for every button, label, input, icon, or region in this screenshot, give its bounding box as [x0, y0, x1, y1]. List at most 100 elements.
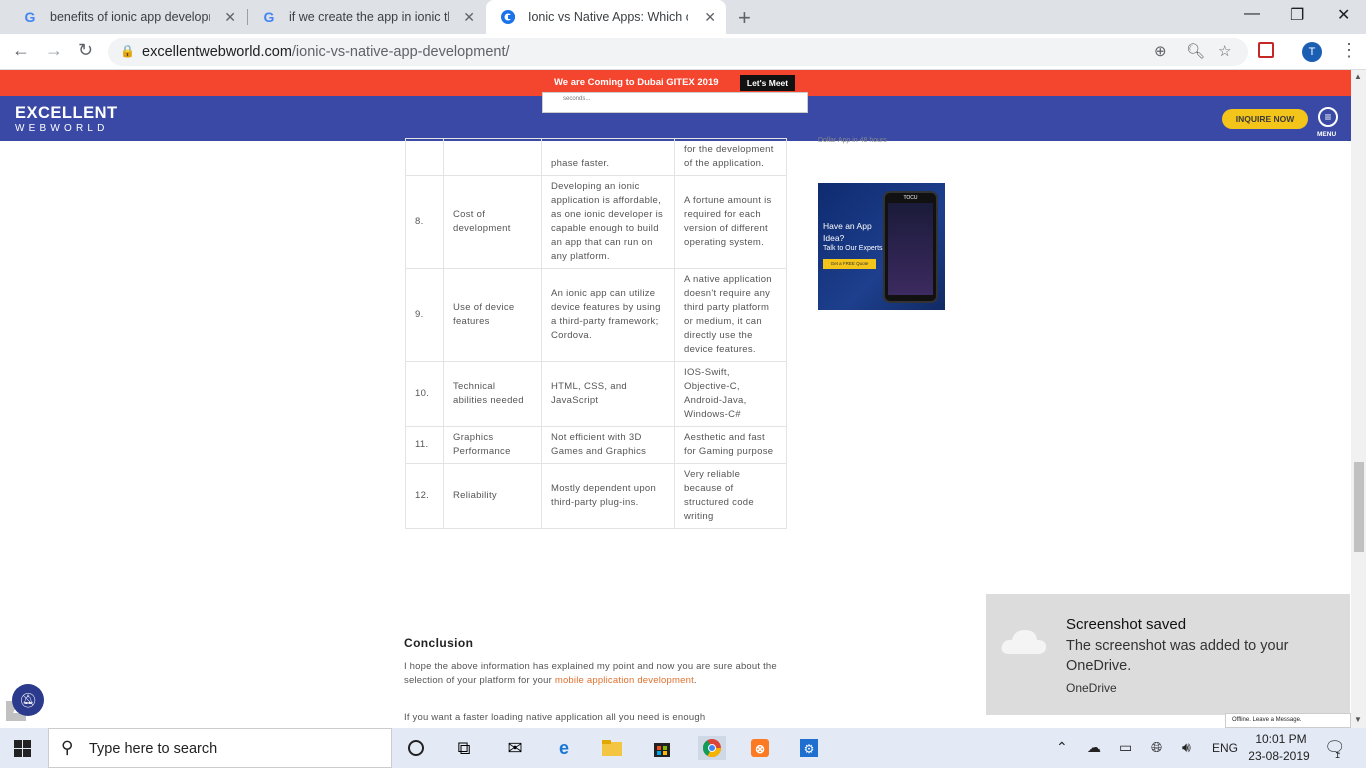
row-category: Use of device features	[443, 268, 542, 362]
edge-browser-icon[interactable]: e	[552, 736, 576, 760]
store-icon[interactable]	[650, 736, 674, 760]
ionic-cell: Developing an ionic application is affor…	[541, 175, 675, 269]
add-icon[interactable]: ⊕	[1154, 42, 1167, 60]
close-tab-icon[interactable]: ✕	[224, 9, 236, 26]
comparison-table: phase faster. for the development of the…	[405, 138, 787, 529]
taskbar-search-box[interactable]: ⚲ Type here to search	[48, 728, 392, 768]
lock-icon: 🔒	[120, 44, 135, 58]
browser-toolbar: ← → ↻ 🔒 excellentwebworld.com/ionic-vs-n…	[0, 34, 1366, 70]
profile-avatar[interactable]: T	[1302, 42, 1322, 62]
row-number: 11.	[405, 426, 444, 464]
settings-app-icon[interactable]: ⚙	[797, 736, 821, 760]
task-view-icon[interactable]: ⧉	[452, 736, 476, 760]
chrome-icon[interactable]	[698, 736, 726, 760]
more-menu-icon[interactable]: ⋮	[1340, 40, 1358, 61]
ad-subline: Talk to Our Experts	[823, 245, 883, 252]
cortana-icon[interactable]	[404, 736, 428, 760]
lets-meet-button[interactable]: Let's Meet	[740, 75, 795, 91]
file-explorer-icon[interactable]	[600, 736, 624, 760]
phone-screen	[888, 203, 933, 295]
tab-title: Ionic vs Native Apps: Which one	[528, 10, 688, 24]
url-domain: excellentwebworld.com	[142, 44, 292, 60]
table-row: 9. Use of device features An ionic app c…	[405, 268, 787, 362]
ad-quote-button[interactable]: Get a FREE Quote	[823, 259, 876, 269]
popup-text: seconds...	[563, 96, 591, 102]
browser-tab-1[interactable]: G benefits of ionic app developmen ✕	[8, 0, 246, 34]
browser-tab-2[interactable]: G if we create the app in ionic then ✕	[247, 0, 485, 34]
mail-icon[interactable]: ✉	[503, 736, 527, 760]
row-number: 8.	[405, 175, 444, 269]
conclusion-paragraph: I hope the above information has explain…	[404, 660, 780, 688]
url-path: /ionic-vs-native-app-development/	[291, 44, 510, 60]
row-number: 10.	[405, 361, 444, 427]
notification-popup: seconds...	[542, 92, 808, 113]
show-hidden-icons-icon[interactable]: ⌃	[1056, 739, 1068, 756]
scrollbar-thumb[interactable]	[1354, 462, 1364, 552]
paragraph-text: .	[693, 675, 697, 686]
search-icon: ⚲	[61, 738, 74, 757]
search-placeholder: Type here to search	[89, 741, 218, 757]
logo-text[interactable]: EXCELLENT	[15, 104, 118, 123]
zoom-icon[interactable]: 🔍︎	[1186, 42, 1205, 60]
language-indicator[interactable]: ENG	[1212, 741, 1238, 755]
table-cell	[405, 138, 444, 176]
xampp-icon[interactable]: ⊗	[748, 736, 772, 760]
table-row: 12. Reliability Mostly dependent upon th…	[405, 463, 787, 529]
phone-brand-text: TOCU	[903, 195, 918, 201]
ionic-cell: Mostly dependent upon third-party plug-i…	[541, 463, 675, 529]
site-favicon-icon	[500, 9, 516, 25]
table-row: 11. Graphics Performance Not efficient w…	[405, 426, 787, 464]
forward-arrow-icon[interactable]: →	[45, 40, 63, 61]
close-tab-icon[interactable]: ✕	[463, 9, 475, 26]
windows-start-icon[interactable]	[14, 740, 31, 757]
address-bar[interactable]: 🔒 excellentwebworld.com/ionic-vs-native-…	[108, 38, 1248, 66]
volume-icon[interactable]: 🔊︎	[1182, 739, 1191, 756]
row-category: Reliability	[443, 463, 542, 529]
restore-icon[interactable]: ❐	[1290, 5, 1304, 25]
app-idea-ad-banner[interactable]: Have an App Idea? Talk to Our Experts Ge…	[818, 183, 945, 310]
network-globe-icon[interactable]: 🌐︎	[1151, 739, 1162, 756]
browser-tab-strip: G benefits of ionic app developmen ✕ G i…	[0, 0, 1366, 34]
onedrive-sync-icon[interactable]: ☁	[1087, 739, 1101, 756]
windows-taskbar: ⚲ Type here to search ⧉ ✉ e ⊗ ⚙ ⌃ ☁ ▭ 🌐︎…	[0, 728, 1366, 768]
clock-date[interactable]: 23-08-2019	[1248, 749, 1310, 763]
extension-icon[interactable]	[1258, 42, 1274, 58]
row-category: Cost of development	[443, 175, 542, 269]
logo-subtext[interactable]: WEBWORLD	[15, 123, 109, 134]
promo-text: We are Coming to Dubai GITEX 2019	[554, 77, 719, 88]
bookmark-star-icon[interactable]: ☆	[1218, 42, 1231, 60]
native-cell: A native application doesn't require any…	[674, 268, 787, 362]
back-arrow-icon[interactable]: ←	[12, 40, 30, 61]
native-cell: IOS-Swift, Objective-C, Android-Java, Wi…	[674, 361, 787, 427]
ionic-cell: An ionic app can utilize device features…	[541, 268, 675, 362]
paragraph: If you want a faster loading native appl…	[404, 712, 706, 723]
scroll-down-arrow-icon[interactable]: ▼	[1354, 715, 1362, 724]
inquire-now-button[interactable]: INQUIRE NOW	[1222, 109, 1308, 129]
mobile-app-development-link[interactable]: mobile application development	[555, 675, 694, 686]
hamburger-menu-icon[interactable]: ≡	[1318, 107, 1338, 127]
browser-tab-3-active[interactable]: Ionic vs Native Apps: Which one ✕	[486, 0, 726, 34]
vertical-scrollbar[interactable]: ▲ ▼	[1351, 70, 1366, 728]
table-row: 10. Technical abilities needed HTML, CSS…	[405, 361, 787, 427]
table-cell: phase faster.	[541, 138, 675, 176]
url-text[interactable]: excellentwebworld.com/ionic-vs-native-ap…	[142, 44, 510, 60]
close-tab-icon[interactable]: ✕	[704, 9, 716, 26]
minimize-icon[interactable]: —	[1244, 5, 1260, 23]
reload-icon[interactable]: ↻	[78, 40, 93, 61]
ionic-cell: Not efficient with 3D Games and Graphics	[541, 426, 675, 464]
ionic-cell: HTML, CSS, and JavaScript	[541, 361, 675, 427]
row-category: Technical abilities needed	[443, 361, 542, 427]
ad-headline: Have an App Idea?	[823, 221, 872, 243]
scroll-up-arrow-icon[interactable]: ▲	[1354, 72, 1362, 81]
menu-label: MENU	[1317, 131, 1337, 138]
offline-chat-bar[interactable]: Offline. Leave a Message.	[1225, 713, 1351, 728]
google-icon: G	[263, 9, 275, 25]
clock-time[interactable]: 10:01 PM	[1253, 732, 1309, 746]
notification-bell-muted-icon[interactable]: 🔕︎	[12, 684, 44, 716]
native-cell: Very reliable because of structured code…	[674, 463, 787, 529]
onedrive-toast-notification[interactable]: Screenshot saved The screenshot was adde…	[986, 594, 1350, 715]
table-cell	[443, 138, 542, 176]
close-window-icon[interactable]: ✕	[1337, 5, 1350, 25]
new-tab-plus-icon[interactable]: +	[738, 5, 751, 31]
battery-icon[interactable]: ▭	[1119, 739, 1132, 756]
